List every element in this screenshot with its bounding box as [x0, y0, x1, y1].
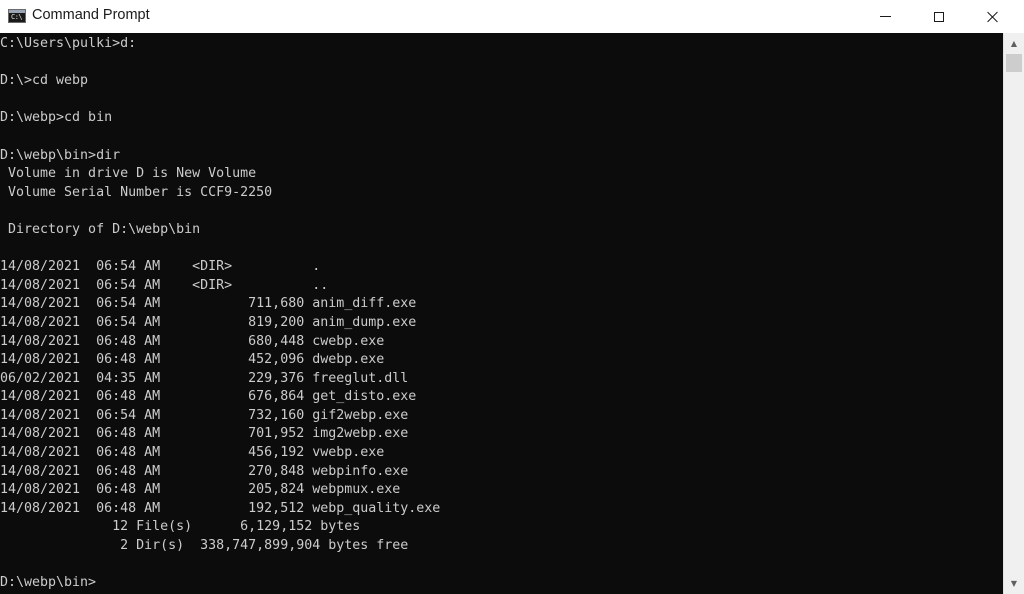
console-line: D:\webp\bin>dir: [0, 147, 121, 163]
vertical-scrollbar[interactable]: ▲ ▼: [1003, 33, 1024, 594]
console-line: D:\webp>cd bin: [0, 110, 113, 126]
cmd-icon[interactable]: C:\: [8, 9, 26, 23]
console-line: 14/08/2021 06:48 AM 192,512 webp_quality…: [0, 500, 441, 516]
console-line: 14/08/2021 06:48 AM 270,848 webpinfo.exe: [0, 463, 409, 479]
cmd-icon-glyph: C:\: [11, 13, 23, 21]
scroll-up-arrow-icon[interactable]: ▲: [1004, 35, 1024, 52]
console-line: 14/08/2021 06:48 AM 452,096 dwebp.exe: [0, 352, 385, 368]
console-line: Volume Serial Number is CCF9-2250: [0, 184, 273, 200]
console-line: 06/02/2021 04:35 AM 229,376 freeglut.dll: [0, 370, 409, 386]
console-line: 14/08/2021 06:54 AM 711,680 anim_diff.ex…: [0, 296, 417, 312]
console-line: 14/08/2021 06:48 AM 205,824 webpmux.exe: [0, 482, 401, 498]
console-line: 14/08/2021 06:48 AM 676,864 get_disto.ex…: [0, 389, 417, 405]
title-bar[interactable]: C:\ Command Prompt: [0, 0, 1024, 33]
console-line: 14/08/2021 06:54 AM 819,200 anim_dump.ex…: [0, 314, 417, 330]
console-line: 14/08/2021 06:48 AM 701,952 img2webp.exe: [0, 426, 409, 442]
minimize-icon: [879, 16, 891, 17]
scroll-thumb[interactable]: [1006, 54, 1022, 72]
console-line: 12 File(s) 6,129,152 bytes: [0, 519, 361, 535]
console-line: 14/08/2021 06:54 AM 732,160 gif2webp.exe: [0, 407, 409, 423]
close-icon: [987, 11, 999, 23]
console-output-area[interactable]: C:\Users\pulki>d: D:\>cd webp D:\webp>cd b…: [0, 33, 1003, 594]
console-line: Volume in drive D is New Volume: [0, 166, 257, 182]
maximize-icon: [934, 11, 944, 22]
console-line: 14/08/2021 06:48 AM 680,448 cwebp.exe: [0, 333, 385, 349]
maximize-button[interactable]: [912, 0, 966, 33]
console-line: D:\>cd webp: [0, 73, 89, 89]
scroll-down-arrow-icon[interactable]: ▼: [1004, 575, 1024, 592]
console-line: D:\webp\bin>: [0, 575, 97, 591]
console-line: C:\Users\pulki>d:: [0, 36, 137, 51]
window-title: Command Prompt: [32, 7, 150, 23]
console-line: Directory of D:\webp\bin: [0, 221, 201, 237]
console-line: 14/08/2021 06:54 AM <DIR> ..: [0, 277, 329, 293]
command-prompt-window: C:\ Command Prompt C:\Users\pulki>d: D:\>…: [0, 0, 1024, 594]
minimize-button[interactable]: [858, 0, 912, 33]
console-line: 14/08/2021 06:48 AM 456,192 vwebp.exe: [0, 445, 385, 461]
console-line: 2 Dir(s) 338,747,899,904 bytes free: [0, 538, 409, 554]
console-text: C:\Users\pulki>d: D:\>cd webp D:\webp>cd b…: [0, 35, 440, 593]
console-line: 14/08/2021 06:54 AM <DIR> .: [0, 259, 321, 275]
close-button[interactable]: [966, 0, 1020, 33]
